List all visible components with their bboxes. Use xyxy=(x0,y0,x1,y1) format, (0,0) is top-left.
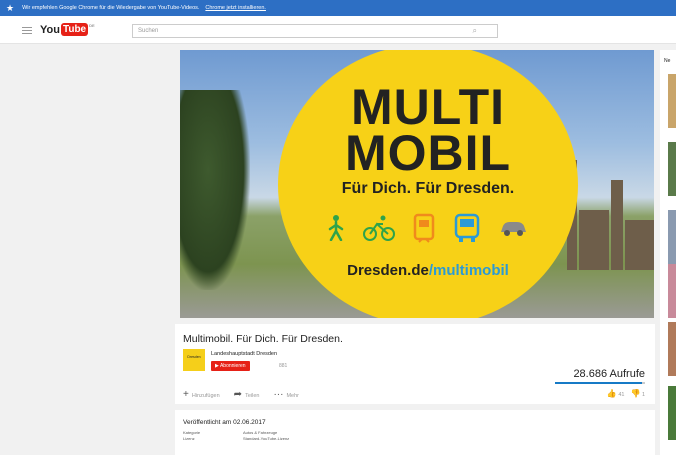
related-thumbnail[interactable] xyxy=(668,74,676,128)
chrome-recommendation-banner: ★ Wir empfehlen Google Chrome für die Wi… xyxy=(0,0,676,16)
view-count: 28.686 Aufrufe xyxy=(573,368,645,380)
video-tagline: Für Dich. Für Dresden. xyxy=(341,180,515,197)
video-title: Multimobil. Für Dich. Für Dresden. xyxy=(183,333,343,345)
thumbs-up-icon: 👍 xyxy=(606,389,617,398)
more-label: Mehr xyxy=(286,393,299,399)
like-ratio-bar xyxy=(555,382,645,384)
menu-icon[interactable] xyxy=(22,27,32,34)
more-button[interactable]: ··· Mehr xyxy=(273,389,299,400)
add-to-button[interactable]: + Hinzufügen xyxy=(183,389,220,400)
video-info-panel: Multimobil. Für Dich. Für Dresden. Dresd… xyxy=(175,324,655,404)
mobility-icons xyxy=(328,212,528,244)
logo-you: You xyxy=(40,23,60,36)
subscribe-label: Abonnieren xyxy=(219,363,246,369)
masthead: You Tube DE Suchen ⌕ xyxy=(0,16,676,44)
like-count: 41 xyxy=(618,392,625,398)
like-button[interactable]: 👍 41 xyxy=(607,389,625,398)
plus-icon: + xyxy=(183,389,189,400)
subscribe-button[interactable]: ▶ Abonnieren xyxy=(211,361,250,371)
url-main: Dresden.de xyxy=(347,262,429,279)
sidebar-heading: Ne xyxy=(664,58,671,64)
meta-key: Kategorie xyxy=(183,430,201,435)
banner-text: Wir empfehlen Google Chrome für die Wied… xyxy=(22,5,200,11)
subscriber-count: 881 xyxy=(279,363,288,369)
dislike-button[interactable]: 👎 1 xyxy=(630,389,645,398)
meta-key: Lizenz xyxy=(183,436,195,441)
related-videos-sidebar: Ne xyxy=(660,50,676,455)
channel-name[interactable]: Landeshauptstadt Dresden xyxy=(211,351,277,357)
logo-region: DE xyxy=(89,23,95,28)
car-icon xyxy=(501,222,526,236)
bus-icon xyxy=(454,213,479,242)
search-input[interactable]: Suchen ⌕ xyxy=(132,24,498,38)
video-metadata: Kategorie Autos & Fahrzeuge Lizenz Stand… xyxy=(183,430,647,441)
headline-line1: MULTI xyxy=(350,79,506,135)
logo-tube: Tube xyxy=(60,23,89,36)
walk-icon xyxy=(328,215,344,241)
video-player[interactable]: MULTI MOBIL Für Dich. Für Dresden. Dresd… xyxy=(180,50,654,318)
headline-line2: MOBIL xyxy=(344,125,512,181)
star-icon: ★ xyxy=(6,2,15,13)
video-headline: MULTI MOBIL xyxy=(278,79,578,181)
dislike-count: 1 xyxy=(641,392,645,398)
publish-date: Veröffentlicht am 02.06.2017 xyxy=(183,419,266,426)
more-icon: ··· xyxy=(273,389,284,400)
related-thumbnail[interactable] xyxy=(668,386,676,440)
description-panel: Veröffentlicht am 02.06.2017 Kategorie A… xyxy=(175,410,655,455)
share-label: Teilen xyxy=(245,393,260,399)
related-thumbnail[interactable] xyxy=(668,322,676,376)
share-icon: ➦ xyxy=(233,389,243,400)
search-placeholder: Suchen xyxy=(138,28,159,34)
related-thumbnail[interactable] xyxy=(668,264,676,318)
url-highlight: /multimobil xyxy=(428,262,509,279)
add-label: Hinzufügen xyxy=(191,393,220,399)
share-button[interactable]: ➦ Teilen xyxy=(234,389,260,400)
tree-silhouette xyxy=(180,90,250,290)
like-ratio-fill xyxy=(555,382,643,384)
bike-icon xyxy=(362,215,395,241)
video-url-text: Dresden.de/multimobil xyxy=(278,262,578,279)
meta-value[interactable]: Autos & Fahrzeuge xyxy=(243,430,343,435)
thumbs-down-icon: 👎 xyxy=(630,389,641,398)
youtube-logo[interactable]: You Tube DE xyxy=(40,23,95,36)
related-thumbnail[interactable] xyxy=(668,210,676,264)
meta-value: Standard-YouTube-Lizenz xyxy=(243,436,290,441)
related-thumbnail[interactable] xyxy=(668,142,676,196)
channel-avatar[interactable]: Dresden xyxy=(183,349,205,371)
search-icon[interactable]: ⌕ xyxy=(473,26,477,36)
action-bar: + Hinzufügen ➦ Teilen ··· Mehr xyxy=(183,389,299,400)
rating-controls: 👍 41 👎 1 xyxy=(607,389,645,398)
tram-icon xyxy=(413,213,435,243)
multimobil-circle: MULTI MOBIL Für Dich. Für Dresden. Dresd… xyxy=(278,50,578,318)
install-chrome-link[interactable]: Chrome jetzt installieren. xyxy=(205,5,266,11)
